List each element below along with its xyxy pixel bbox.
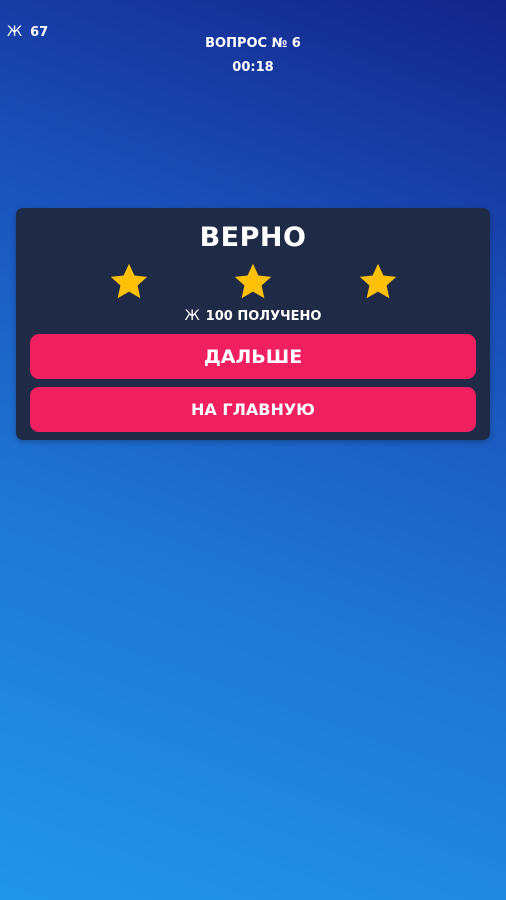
star-icon-3 xyxy=(359,263,397,299)
reward-text: 100 ПОЛУЧЕНО xyxy=(205,309,322,324)
timer: 00:18 xyxy=(232,60,274,75)
result-title: ВЕРНО xyxy=(199,222,307,253)
result-dialog: ВЕРНО Ж 100 ПОЛУЧЕНО ДАЛЬШЕ НА ГЛАВНУЮ xyxy=(16,208,490,440)
home-button[interactable]: НА ГЛАВНУЮ xyxy=(30,387,476,432)
next-button[interactable]: ДАЛЬШЕ xyxy=(30,334,476,379)
star-icon-2 xyxy=(234,263,272,299)
star-icon-1 xyxy=(110,263,148,299)
coin-icon: Ж xyxy=(184,308,200,324)
reward-line: Ж 100 ПОЛУЧЕНО xyxy=(16,308,490,324)
question-header: ВОПРОС № 6 00:18 xyxy=(0,32,506,80)
question-number: ВОПРОС № 6 xyxy=(205,36,301,51)
